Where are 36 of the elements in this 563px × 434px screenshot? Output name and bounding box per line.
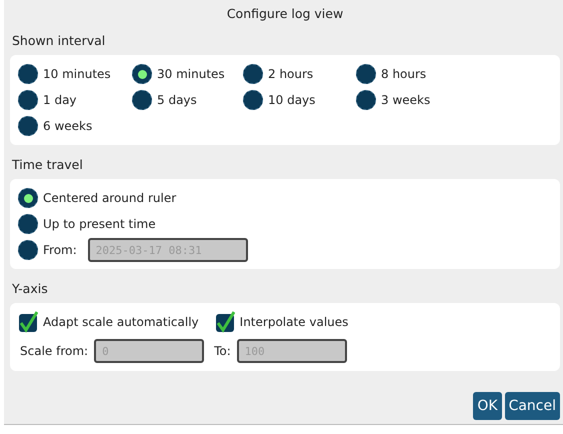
radio-label[interactable]: 10 minutes [43, 67, 111, 81]
radio-button[interactable] [356, 64, 376, 84]
dialog-title: Configure log view [226, 6, 344, 21]
radio-button[interactable] [18, 90, 38, 110]
radio-label[interactable]: 8 hours [381, 67, 426, 81]
radio-label[interactable]: 10 days [268, 93, 316, 107]
radio-label[interactable]: From: [43, 243, 77, 257]
radio-button[interactable] [18, 188, 38, 208]
radio-button[interactable] [18, 116, 38, 136]
radio-button[interactable] [243, 90, 263, 110]
field-label: Scale from: [20, 344, 88, 358]
checkbox-label[interactable]: Adapt scale automatically [43, 315, 199, 329]
section-label: Y-axis [12, 281, 49, 296]
radio-label[interactable]: Up to present time [43, 217, 156, 231]
radio-label[interactable]: 6 weeks [43, 119, 92, 133]
radio-label[interactable]: Centered around ruler [43, 191, 176, 205]
radio-label[interactable]: 3 weeks [381, 93, 430, 107]
checkbox[interactable] [214, 311, 235, 333]
radio-label[interactable]: 2 hours [268, 67, 314, 81]
radio-button[interactable] [18, 64, 38, 84]
radio-button[interactable] [132, 90, 152, 110]
checkbox-label[interactable]: Interpolate values [240, 315, 348, 329]
radio-button[interactable] [356, 90, 376, 110]
radio-button[interactable] [132, 64, 152, 84]
cancel-button[interactable]: Cancel [504, 392, 560, 420]
section-label: Time travel [12, 157, 84, 172]
radio-button[interactable] [243, 64, 263, 84]
section-label: Shown interval [12, 33, 106, 48]
radio-label[interactable]: 1 day [43, 93, 77, 107]
radio-label[interactable]: 5 days [157, 93, 197, 107]
checkbox[interactable] [18, 311, 38, 333]
ok-button[interactable]: OK [473, 392, 502, 420]
radio-button[interactable] [18, 214, 38, 234]
radio-button[interactable] [18, 240, 38, 260]
field-label: To: [214, 344, 231, 358]
radio-label[interactable]: 30 minutes [157, 67, 225, 81]
